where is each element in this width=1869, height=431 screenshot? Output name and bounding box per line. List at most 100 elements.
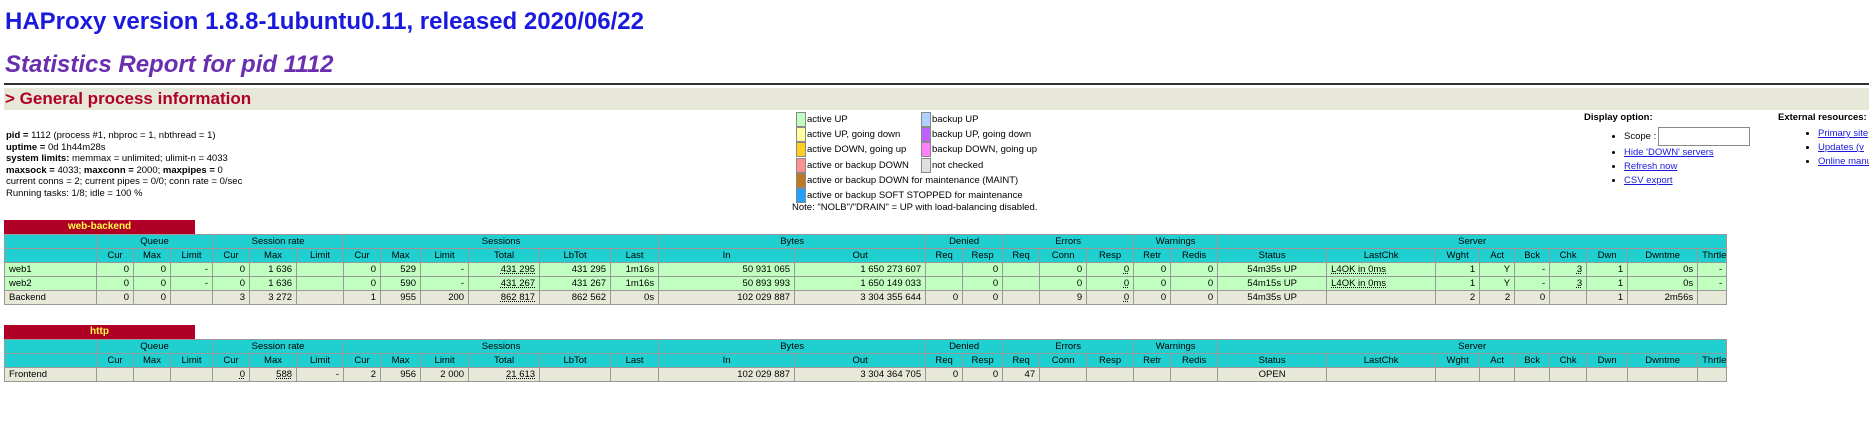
online-manual-link[interactable]: Online manu	[1818, 156, 1869, 167]
frontend-name[interactable]: http	[4, 325, 195, 339]
info-key: maxsock =	[6, 164, 58, 176]
table-cell[interactable]	[1549, 290, 1588, 305]
table-cell	[1133, 367, 1172, 382]
table-cell: 0	[1170, 262, 1219, 277]
table-cell[interactable]: 431 295	[468, 262, 541, 277]
legend-swatch	[796, 157, 806, 173]
table-cell[interactable]: 21 613	[468, 367, 541, 382]
table-cell: 1 636	[249, 262, 298, 277]
column-header: LastChk	[1326, 248, 1437, 263]
group-header: Queue	[95, 339, 214, 354]
table-cell: 0	[212, 262, 251, 277]
table-cell[interactable]	[1326, 290, 1437, 305]
column-header: Total	[468, 248, 541, 263]
info-key: maxconn =	[83, 164, 137, 176]
table-cell[interactable]: 431 267	[468, 276, 541, 291]
table-cell	[296, 290, 345, 305]
table-row[interactable]: web2 0 0-0 1 636 0 590-431 267 431 267 1m16s 50 …	[4, 276, 1728, 291]
table-cell: 0	[133, 290, 171, 305]
table-cell	[925, 276, 964, 291]
table-cell: -	[169, 262, 214, 277]
table-cell: 0s	[1627, 262, 1699, 277]
table-cell: 955	[380, 290, 422, 305]
external-resources: External resources: Primary site Updates…	[1778, 112, 1869, 169]
table-cell: 0	[96, 262, 134, 277]
table-row[interactable]: Frontend 0 588-2 956 2 000 21 613 102 029 887 3…	[4, 367, 1728, 382]
table-cell: 50 931 065	[658, 262, 796, 277]
table-cell[interactable]: L4OK in 0ms	[1326, 276, 1437, 291]
primary-site-link[interactable]: Primary site	[1818, 128, 1868, 139]
table-cell: 1m16s	[610, 262, 660, 277]
table-cell: 956	[380, 367, 422, 382]
table-cell[interactable]: 3	[1549, 262, 1588, 277]
link-item: Hide 'DOWN' servers	[1624, 146, 1750, 160]
column-header: Limit	[296, 248, 345, 263]
table-cell[interactable]	[1326, 367, 1437, 382]
column-header: Conn	[1039, 248, 1088, 263]
section-header: > General process information	[4, 88, 1869, 110]
table-cell: 431 295	[539, 262, 612, 277]
scope-input[interactable]	[1658, 127, 1751, 146]
group-header	[4, 234, 97, 249]
legend-label: backup UP	[932, 114, 979, 126]
table-cell	[296, 276, 345, 291]
table-cell[interactable]: 0	[1086, 290, 1135, 305]
csv-export-link[interactable]: CSV export	[1624, 175, 1673, 186]
row-name[interactable]: web1	[4, 262, 97, 277]
group-header: Server	[1217, 339, 1728, 354]
group-header: Session rate	[212, 339, 345, 354]
table-row[interactable]: Backend 0 0 3 3 272 1 955 200 862 817 862 562 0s 10…	[4, 290, 1728, 305]
table-cell: Y	[1479, 262, 1516, 277]
group-header: Warnings	[1133, 234, 1219, 249]
hide-down-link[interactable]: Hide 'DOWN' servers	[1624, 147, 1714, 158]
table-cell: 0	[343, 276, 382, 291]
column-header: Dwn	[1586, 248, 1629, 263]
table-cell[interactable]	[1086, 367, 1135, 382]
table-cell[interactable]: 862 817	[468, 290, 541, 305]
table-cell: 54m35s UP	[1217, 262, 1328, 277]
table-cell	[296, 262, 345, 277]
legend-label: not checked	[932, 159, 984, 171]
column-header: Req	[1002, 248, 1041, 263]
row-name[interactable]: Backend	[4, 290, 97, 305]
column-header: LastChk	[1326, 353, 1437, 368]
link-item: Online manu	[1818, 155, 1869, 169]
table-cell: Y	[1479, 276, 1516, 291]
table-cell	[925, 262, 964, 277]
table-cell: 1	[1586, 276, 1629, 291]
column-header: Req	[1002, 353, 1041, 368]
info-value: 2000;	[136, 164, 163, 176]
column-header: Total	[468, 353, 541, 368]
legend-right: backup UP backup UP, going down backup DOW…	[921, 112, 1037, 173]
column-header: Cur	[96, 248, 134, 263]
row-name[interactable]: web2	[4, 276, 97, 291]
link-item: CSV export	[1624, 174, 1750, 188]
table-cell[interactable]: 3	[1549, 276, 1588, 291]
table-cell[interactable]	[1549, 367, 1588, 382]
column-header: Limit	[169, 248, 214, 263]
table-cell: 200	[420, 290, 470, 305]
table-cell: 54m35s UP	[1217, 290, 1328, 305]
refresh-link[interactable]: Refresh now	[1624, 161, 1677, 172]
table-cell[interactable]: 0	[1086, 276, 1135, 291]
table-cell: 0	[962, 367, 1004, 382]
column-header: Wght	[1435, 248, 1481, 263]
column-header: Resp	[1086, 353, 1135, 368]
updates-link[interactable]: Updates (v	[1818, 142, 1864, 153]
row-name[interactable]: Frontend	[4, 367, 97, 382]
legend-label: backup DOWN, going up	[932, 144, 1038, 156]
column-header: Cur	[212, 353, 251, 368]
column-header: Thrtle	[1697, 248, 1728, 263]
backend-name[interactable]: web-backend	[4, 220, 195, 234]
legend-swatch	[796, 127, 806, 143]
table-cell: -	[1514, 262, 1551, 277]
table-cell	[1514, 367, 1551, 382]
table-cell: 1	[1586, 262, 1629, 277]
table-cell[interactable]: 0	[1086, 262, 1135, 277]
table-cell[interactable]: L4OK in 0ms	[1326, 262, 1437, 277]
column-header: Dwntme	[1627, 353, 1699, 368]
table-cell: 0	[962, 290, 1004, 305]
column-header: Chk	[1549, 353, 1588, 368]
table-row[interactable]: web1 0 0-0 1 636 0 529-431 295 431 295 1m16s 50 …	[4, 262, 1728, 277]
legend-swatch	[796, 172, 806, 188]
